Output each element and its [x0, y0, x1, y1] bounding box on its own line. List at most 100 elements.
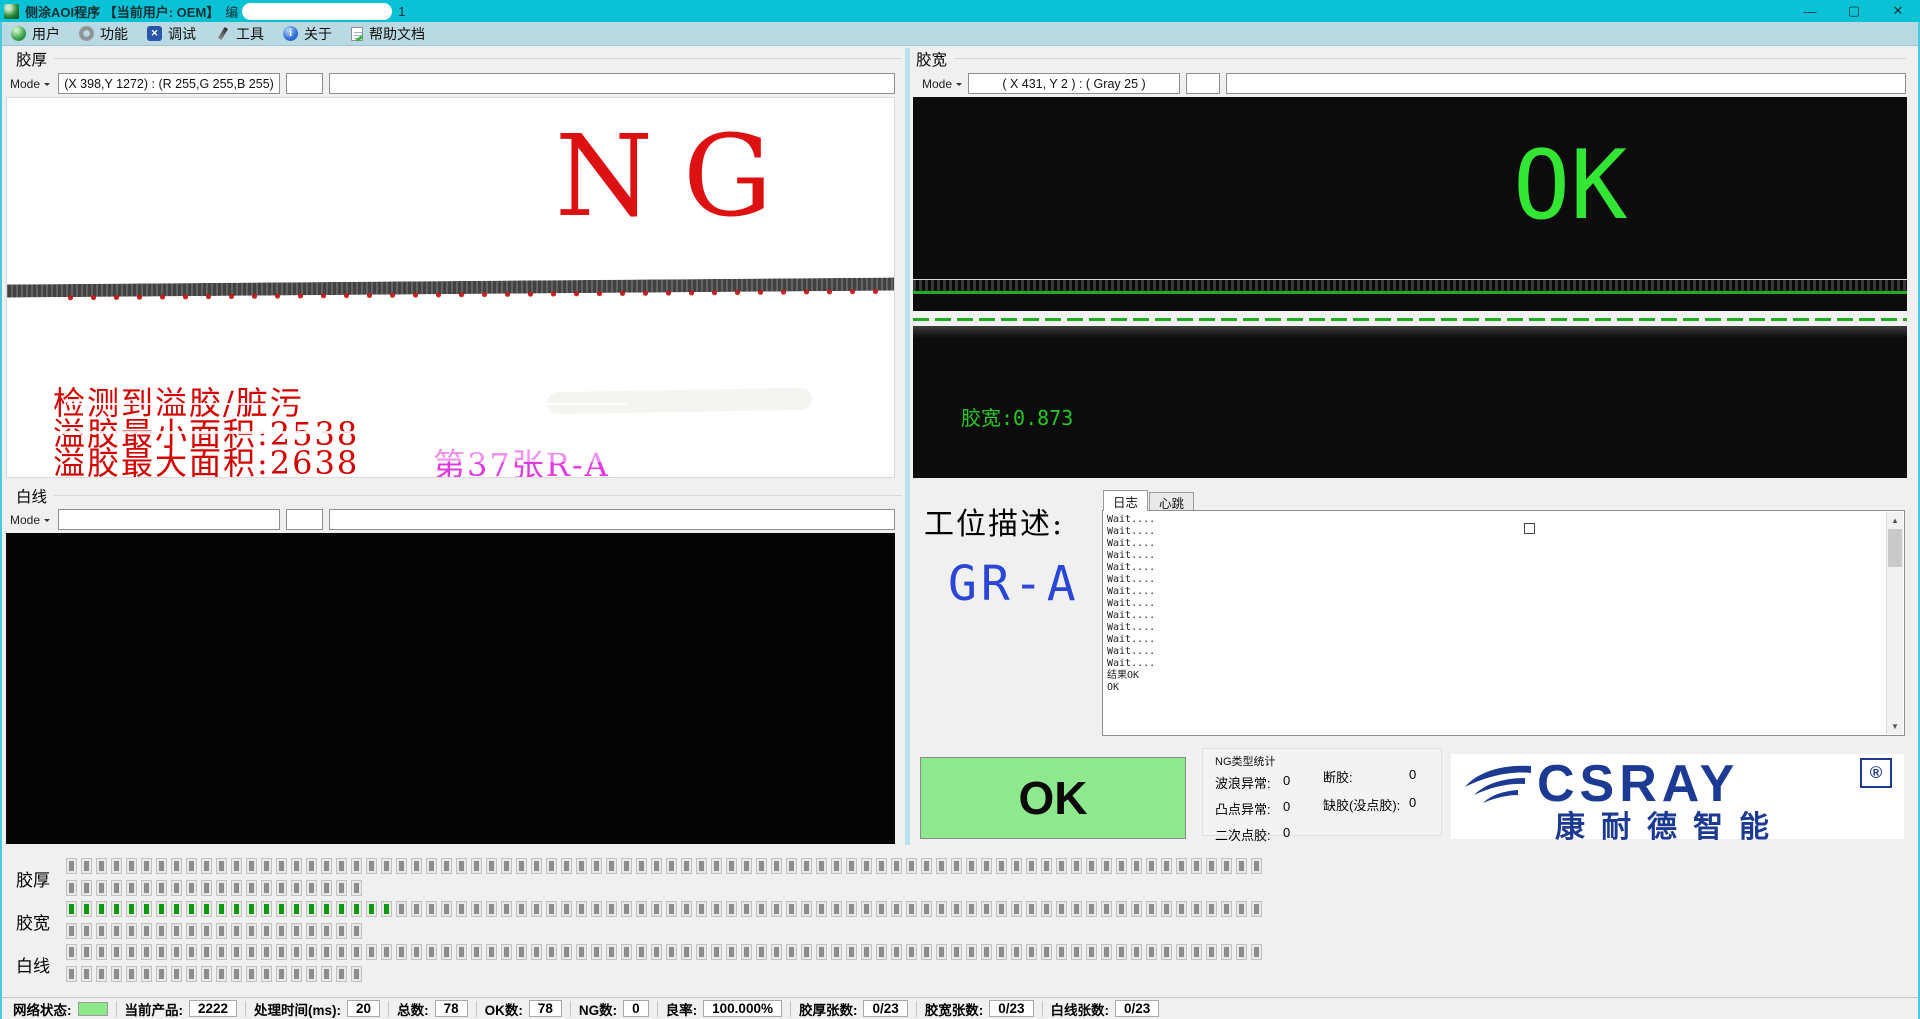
indicator-fill — [1134, 904, 1139, 914]
mode-dropdown-baixian[interactable]: Mode — [4, 509, 56, 530]
indicator-cell — [846, 944, 857, 960]
indicator-fill — [1239, 861, 1244, 871]
menu-item-功能[interactable]: 功能 — [72, 22, 140, 46]
menu-item-调试[interactable]: 调试 — [140, 22, 208, 46]
ng-stat-row: 波浪异常:0 — [1215, 773, 1290, 792]
tab-log[interactable]: 日志 — [1103, 490, 1148, 511]
status-item-label: NG数: — [579, 999, 617, 1019]
indicator-cell — [111, 901, 122, 917]
indicator-cell — [186, 901, 197, 917]
indicator-cell — [996, 944, 1007, 960]
status-item-value: 78 — [529, 1000, 562, 1017]
indicator-fill — [354, 926, 359, 936]
indicator-fill — [654, 904, 659, 914]
indicator-fill — [1044, 904, 1049, 914]
small-field-jiaohou[interactable] — [286, 73, 323, 94]
indicator-cell — [216, 966, 227, 982]
indicator-cell — [666, 858, 677, 874]
ng-stat-value: 0 — [1283, 799, 1290, 818]
indicator-cell — [111, 944, 122, 960]
indicator-cell — [126, 966, 137, 982]
indicator-cell — [276, 901, 287, 917]
indicator-cell — [321, 858, 332, 874]
indicator-fill — [429, 861, 434, 871]
indicator-cell — [351, 901, 362, 917]
pixel-info-field-jiaohou[interactable]: (X 398,Y 1272) : (R 255,G 255,B 255) — [58, 73, 280, 94]
indicator-cell — [171, 880, 182, 896]
indicator-fill — [1089, 861, 1094, 871]
scroll-up-icon[interactable]: ▲ — [1887, 512, 1903, 528]
logo-subtitle: 康耐德智能 — [1555, 802, 1785, 846]
menu-item-工具[interactable]: 工具 — [208, 22, 276, 46]
close-button[interactable]: ✕ — [1876, 0, 1920, 22]
image-view-baixian[interactable] — [6, 533, 895, 844]
result-ok-button[interactable]: OK — [920, 757, 1186, 839]
indicator-fill — [234, 861, 239, 871]
indicator-cell — [246, 880, 257, 896]
indicator-fill — [144, 947, 149, 957]
indicator-cell — [786, 901, 797, 917]
indicator-fill — [264, 926, 269, 936]
wide-field-jiaokuan[interactable] — [1226, 73, 1906, 94]
menu-item-用户[interactable]: 用户 — [4, 22, 72, 46]
mode-dropdown-jiaohou[interactable]: Mode — [4, 73, 56, 94]
status-item-label: 当前产品: — [125, 999, 184, 1019]
indicator-cell — [726, 944, 737, 960]
ng-stat-label: 断胶: — [1323, 767, 1409, 786]
pixel-info-field-baixian[interactable] — [58, 509, 280, 530]
indicator-fill — [1209, 904, 1214, 914]
small-field-jiaokuan[interactable] — [1186, 73, 1220, 94]
indicator-fill — [309, 861, 314, 871]
image-view-jiaohou[interactable]: NG 检测到溢胶/脏污 溢胶最小面积:2538 溢胶最大面积:2638 第37张… — [6, 97, 895, 478]
indicator-cell — [411, 858, 422, 874]
small-field-baixian[interactable] — [286, 509, 323, 530]
indicator-cell — [1026, 901, 1037, 917]
indicator-cell — [411, 901, 422, 917]
indicator-fill — [849, 947, 854, 957]
log-checkbox[interactable] — [1524, 523, 1535, 534]
maximize-button[interactable]: ▢ — [1832, 0, 1876, 22]
indicator-fill — [114, 926, 119, 936]
minimize-button[interactable]: — — [1788, 0, 1832, 22]
indicator-fill — [1029, 861, 1034, 871]
scroll-down-icon[interactable]: ▼ — [1887, 718, 1903, 734]
ng-stat-row: 凸点异常:0 — [1215, 799, 1290, 818]
mode-dropdown-jiaokuan[interactable]: Mode — [916, 73, 968, 94]
indicator-fill — [1104, 947, 1109, 957]
indicator-cell — [96, 966, 107, 982]
wide-field-baixian[interactable] — [329, 509, 895, 530]
menu-item-关于[interactable]: 关于 — [276, 22, 344, 46]
ng-stat-label: 二次点胶: — [1215, 825, 1283, 844]
pixel-info-field-jiaokuan[interactable]: ( X 431, Y 2 ) : ( Gray 25 ) — [968, 73, 1180, 94]
indicator-cell — [426, 944, 437, 960]
indicator-fill — [1239, 947, 1244, 957]
indicator-cell — [426, 858, 437, 874]
tab-heartbeat[interactable]: 心跳 — [1149, 492, 1194, 511]
scrollbar-thumb[interactable] — [1888, 529, 1902, 567]
indicator-fill — [699, 904, 704, 914]
indicator-row-胶宽-1 — [66, 901, 1262, 917]
menu-item-帮助文档[interactable]: 帮助文档 — [344, 22, 437, 46]
tools-icon — [215, 26, 230, 41]
indicator-fill — [414, 947, 419, 957]
window-controls: — ▢ ✕ — [1788, 0, 1920, 22]
vertical-splitter[interactable] — [905, 48, 910, 845]
indicator-fill — [294, 861, 299, 871]
indicator-fill — [339, 861, 344, 871]
wide-field-jiaohou[interactable] — [329, 73, 895, 94]
indicator-fill — [834, 861, 839, 871]
log-scrollbar[interactable]: ▲ ▼ — [1886, 512, 1903, 734]
indicator-cell — [1131, 901, 1142, 917]
indicator-fill — [564, 904, 569, 914]
indicator-cell — [261, 966, 272, 982]
log-list[interactable]: Wait....Wait....Wait....Wait....Wait....… — [1102, 510, 1905, 736]
indicator-fill — [324, 883, 329, 893]
chevron-down-icon — [956, 83, 962, 89]
indicator-cell — [186, 944, 197, 960]
indicator-fill — [114, 861, 119, 871]
image-view-jiaokuan[interactable]: OK 胶宽:0.873 — [913, 97, 1907, 478]
ng-stats-col2: 断胶:0缺胶(没点胶):0 — [1323, 767, 1416, 814]
status-item-value: 100.000% — [703, 1000, 782, 1017]
indicator-cell — [261, 901, 272, 917]
status-bar: 网络状态: 当前产品:2222处理时间(ms):20总数:78OK数:78NG数… — [0, 997, 1920, 1019]
